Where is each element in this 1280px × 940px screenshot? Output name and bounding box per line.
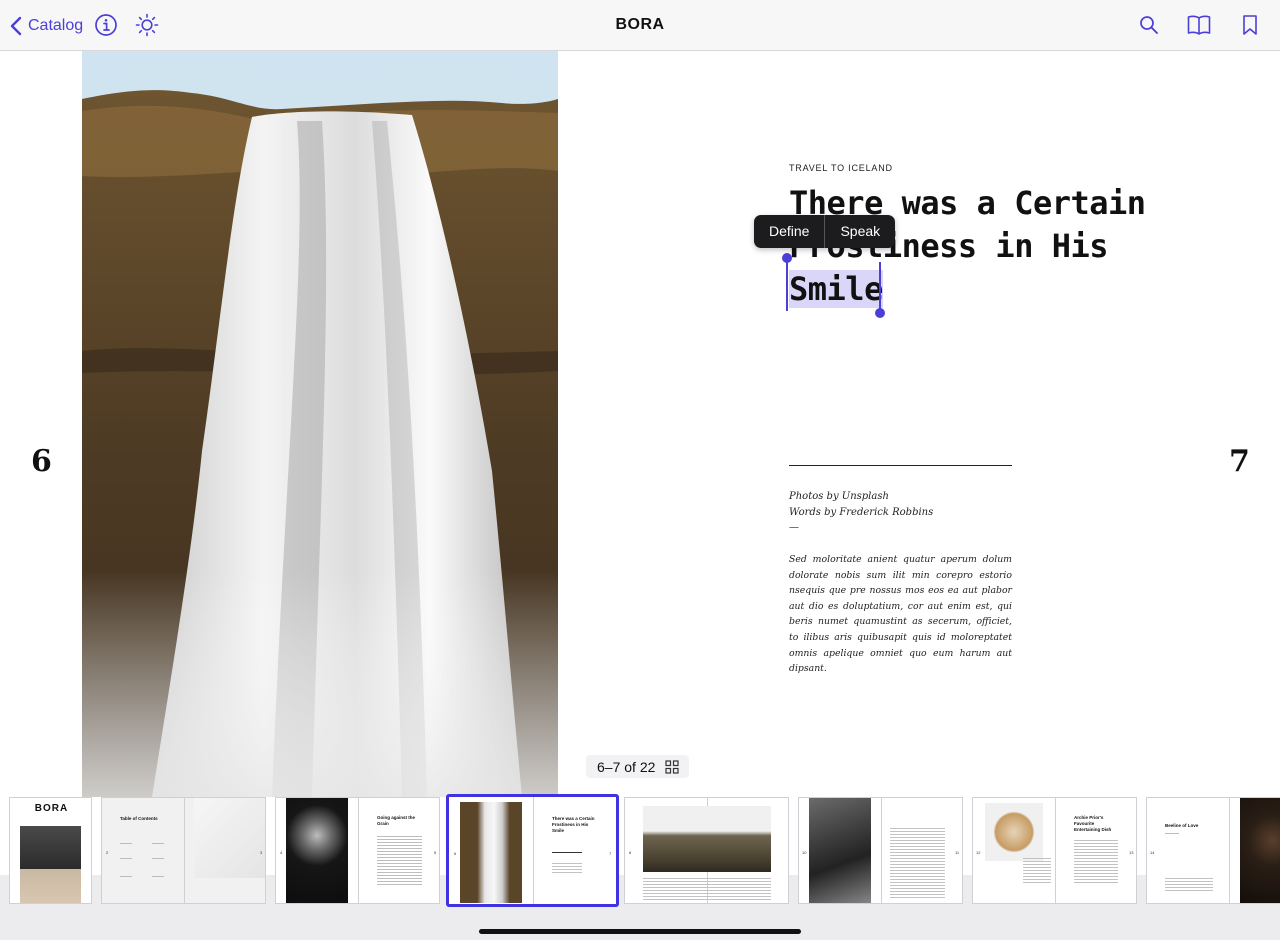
selection-start-handle[interactable] <box>786 259 788 311</box>
thumb-cover-photo <box>20 826 81 903</box>
thumb-page-title: Going against the Grain <box>377 815 416 826</box>
thumb-page-number: 14 <box>1150 850 1155 855</box>
page-counter[interactable]: 6–7 of 22 <box>586 755 690 778</box>
section-rule <box>789 465 1012 466</box>
right-page-number: 7 <box>1229 444 1250 479</box>
selection-end-handle[interactable] <box>879 262 881 312</box>
thumb-page-title: Beeline of Love <box>1165 823 1199 828</box>
thumb-page-number: 4 <box>280 850 283 855</box>
thumbnail-pages-12-13[interactable]: Archie Prior's Favourite Entertaining Di… <box>972 797 1137 904</box>
words-credit: Words by Frederick Robbins <box>789 506 934 518</box>
selection-start-knob[interactable] <box>782 253 792 263</box>
thumb-page-number: 2 <box>106 850 109 855</box>
thumb-page-number: 11 <box>955 850 960 855</box>
grid-icon[interactable] <box>665 759 679 774</box>
thumbnail-pages-2-3[interactable]: Table of Contents 2 3 <box>101 797 266 904</box>
thumbnail-pages-6-7-selected[interactable]: There was a Certain Frostiness in His Sm… <box>446 794 619 907</box>
thumb-page-number: 5 <box>434 850 437 855</box>
selected-word[interactable]: Smile <box>789 270 883 308</box>
thumb-toc-title: Table of Contents <box>120 816 158 821</box>
thumb-page-title: There was a Certain Frostiness in His Sm… <box>552 816 595 833</box>
thumbnail-pages-8-9[interactable]: 8 <box>624 797 789 904</box>
article-body: Sed moloritate anient quatur aperum dolu… <box>789 554 1012 675</box>
page-counter-label: 6–7 of 22 <box>597 758 656 775</box>
thumbnail-pages-4-5[interactable]: Going against the Grain 4 5 <box>275 797 440 904</box>
thumb-page-number: 8 <box>629 850 632 855</box>
home-indicator <box>479 929 801 934</box>
article-credits: Photos by Unsplash Words by Frederick Ro… <box>789 489 933 536</box>
define-button[interactable]: Define <box>754 215 824 248</box>
selection-end-knob[interactable] <box>875 308 885 318</box>
thumbnail-strip[interactable]: BORA Table of Contents 2 3 Going against… <box>0 794 1280 940</box>
thumbnail-pages-10-11[interactable]: 10 11 <box>798 797 963 904</box>
selection-context-menu: Define Speak <box>754 215 896 248</box>
bookmark-icon[interactable] <box>1238 13 1262 37</box>
top-toolbar: Catalog BORA <box>0 0 1280 51</box>
thumb-page-number: 6 <box>454 851 457 856</box>
thumb-page-number: 10 <box>802 850 807 855</box>
thumb-page-title: Archie Prior's Favourite Entertaining Di… <box>1074 815 1112 832</box>
photo-credit: Photos by Unsplash <box>789 491 889 502</box>
left-page-number: 6 <box>31 444 52 479</box>
book-icon[interactable] <box>1186 13 1212 37</box>
thumb-page-number: 3 <box>260 850 263 855</box>
article-kicker: TRAVEL TO ICELAND <box>789 163 893 173</box>
thumbnail-pages-14-15[interactable]: Beeline of Love 14 <box>1146 797 1280 904</box>
book-title: BORA <box>615 16 665 33</box>
speak-button[interactable]: Speak <box>825 215 895 248</box>
thumb-page-number: 13 <box>1129 850 1134 855</box>
credit-dash: — <box>789 522 799 533</box>
thumb-page-number: 12 <box>976 850 981 855</box>
waterfall-photo <box>82 51 558 797</box>
thumb-cover-title: BORA <box>34 803 69 814</box>
thumb-waterfall-photo <box>460 802 522 903</box>
thumbnail-cover[interactable]: BORA <box>9 797 92 904</box>
search-icon[interactable] <box>1137 13 1161 37</box>
thumb-page-number: 7 <box>609 851 612 856</box>
